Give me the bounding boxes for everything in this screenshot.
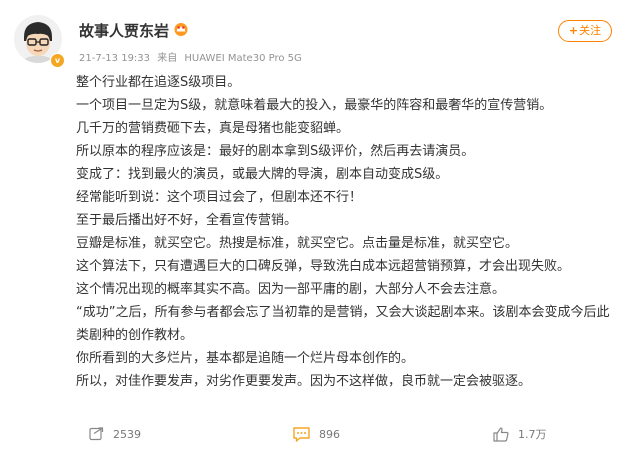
comment-count: 896 — [319, 427, 340, 441]
post-line: “成功”之后，所有参与者都会忘了当初靠的是营销，又会大谈起剧本来。该剧本会变成今… — [76, 305, 610, 343]
post-line: 几千万的营销费砸下去，真是母猪也能变貂蝉。 — [76, 121, 350, 136]
repost-count: 2539 — [113, 427, 141, 441]
post-source-device[interactable]: HUAWEI Mate30 Pro 5G — [184, 53, 301, 64]
post-line: 所以原本的程序应该是：最好的剧本拿到S级评价，然后再去请演员。 — [76, 144, 475, 159]
vip-crown-icon[interactable] — [173, 22, 189, 36]
repost-icon — [89, 427, 104, 441]
like-button[interactable]: 1.7万 — [493, 422, 547, 446]
post-timestamp[interactable]: 21-7-13 19:33 — [79, 53, 150, 64]
post-line: 所以，对佳作要发声，对劣作更要发声。因为不这样做，良币就一定会被驱逐。 — [76, 374, 532, 389]
thumb-up-icon — [493, 427, 509, 442]
post-line: 这个算法下，只有遭遇巨大的口碑反弹，导致洗白成本远超营销预算，才会出现失败。 — [76, 259, 571, 274]
post-line: 经常能听到说：这个项目过会了，但剧本还不行！ — [76, 190, 363, 205]
like-count: 1.7万 — [518, 428, 547, 441]
post-line: 一个项目一旦定为S级，就意味着最大的投入，最豪华的阵容和最奢华的宣传营销。 — [76, 98, 553, 113]
post-content: 整个行业都在追逐S级项目。 一个项目一旦定为S级，就意味着最大的投入，最豪华的阵… — [76, 71, 616, 393]
follow-button-label: 关注 — [579, 24, 602, 37]
follow-button[interactable]: +关注 — [558, 20, 612, 42]
post-meta: 21-7-13 19:33 来自 HUAWEI Mate30 Pro 5G — [79, 49, 306, 64]
username[interactable]: 故事人贾东岩 — [79, 20, 169, 41]
post-line: 豆瓣是标准，就买空它。热搜是标准，就买空它。点击量是标准，就买空它。 — [76, 236, 519, 251]
weibo-post-card: v 故事人贾东岩 21-7-13 19:33 来自 HUAWEI Mate30 … — [0, 0, 633, 458]
post-line: 这个情况出现的概率其实不高。因为一部平庸的剧，大部分人不会去注意。 — [76, 282, 506, 297]
repost-button[interactable]: 2539 — [89, 422, 141, 446]
comment-icon — [293, 426, 310, 442]
plus-icon: + — [568, 24, 579, 37]
post-action-bar: 2539 896 1.7万 — [0, 422, 633, 446]
post-source-prefix: 来自 — [157, 53, 178, 64]
post-line: 你所看到的大多烂片，基本都是追随一个烂片母本创作的。 — [76, 351, 415, 366]
post-line: 至于最后播出好不好，全看宣传营销。 — [76, 213, 298, 228]
post-line: 变成了：找到最火的演员，或最大牌的导演，剧本自动变成S级。 — [76, 167, 449, 182]
verified-badge-icon: v — [50, 53, 65, 68]
post-line: 整个行业都在追逐S级项目。 — [76, 75, 241, 90]
comment-button[interactable]: 896 — [293, 422, 340, 446]
